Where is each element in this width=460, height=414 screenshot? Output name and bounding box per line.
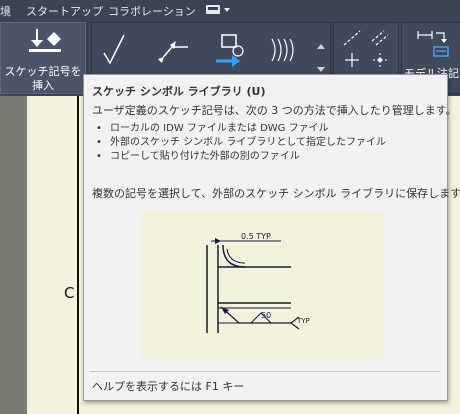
chevron-down-icon bbox=[317, 67, 325, 72]
insert-sketch-symbol-label-1: スケッチ記号を bbox=[4, 65, 82, 78]
sketch-symbol-library-tooltip: スケッチ シンボル ライブラリ (U) ユーザ定義のスケッチ記号は、次の 3 つ… bbox=[83, 74, 460, 401]
weld-size-label: 50 bbox=[261, 311, 272, 320]
canvas-left-gutter bbox=[0, 96, 27, 414]
chevron-up-icon bbox=[317, 44, 325, 49]
gallery-scroll-down[interactable] bbox=[316, 59, 326, 72]
gallery-item-leader[interactable] bbox=[154, 31, 194, 69]
datum-target-icon bbox=[216, 34, 244, 67]
insert-sketch-symbol-label-2: 挿入 bbox=[32, 79, 54, 92]
window-icon bbox=[206, 5, 230, 14]
surface-texture-icon bbox=[103, 34, 125, 65]
tooltip-bullet: コピーして貼り付けた外部の別のファイル bbox=[96, 150, 386, 164]
tooltip-illustration: 0.5 TYP 50 TYP bbox=[141, 211, 384, 359]
centerline-icon[interactable] bbox=[342, 29, 362, 47]
tooltip-note: 複数の記号を選択して、外部のスケッチ シンボル ライブラリに保存します。 bbox=[92, 187, 460, 200]
model-annotation-icon bbox=[417, 31, 449, 57]
leader-icon bbox=[158, 41, 188, 63]
zone-letter: C bbox=[64, 284, 75, 302]
tooltip-bullet-list: ローカルの IDW ファイルまたは DWG ファイル 外部のスケッチ シンボル … bbox=[96, 122, 386, 164]
gallery-item-surface-texture[interactable] bbox=[100, 31, 140, 69]
centerline-bisector-icon[interactable] bbox=[370, 29, 390, 47]
tooltip-divider bbox=[90, 371, 440, 372]
gallery-scroll-up[interactable] bbox=[316, 35, 326, 49]
tooltip-title: スケッチ シンボル ライブラリ (U) bbox=[92, 85, 266, 98]
center-mark-icon[interactable] bbox=[342, 51, 362, 69]
menu-item-startup[interactable]: スタートアップ bbox=[26, 3, 103, 19]
weld-note-label: TYP bbox=[297, 317, 310, 325]
tooltip-help-hint: ヘルプを表示するには F1 キー bbox=[92, 380, 245, 393]
insert-sketch-symbol-button[interactable]: スケッチ記号を 挿入 bbox=[0, 22, 86, 94]
insert-symbol-icon bbox=[29, 29, 61, 52]
dimension-label: 0.5 TYP bbox=[241, 232, 271, 241]
menu-bar: 境 スタートアップ コラボレーション bbox=[0, 0, 460, 20]
tooltip-bullet: 外部のスケッチ シンボル ライブラリとして指定したファイル bbox=[96, 136, 386, 150]
menu-item-collaboration[interactable]: コラボレーション bbox=[108, 3, 196, 19]
drawing-border-line bbox=[77, 96, 79, 414]
tooltip-bullet: ローカルの IDW ファイルまたは DWG ファイル bbox=[96, 122, 386, 136]
gallery-item-weld-bead[interactable] bbox=[268, 31, 308, 69]
quick-access-dropdown[interactable] bbox=[206, 5, 232, 15]
tooltip-description: ユーザ定義のスケッチ記号は、次の 3 つの方法で挿入したり管理します。 bbox=[92, 104, 457, 117]
menu-item-environment[interactable]: 境 bbox=[0, 3, 11, 19]
centered-pattern-icon[interactable] bbox=[370, 51, 390, 69]
weld-bead-icon bbox=[271, 38, 294, 62]
gallery-item-datum-target[interactable] bbox=[210, 31, 250, 69]
